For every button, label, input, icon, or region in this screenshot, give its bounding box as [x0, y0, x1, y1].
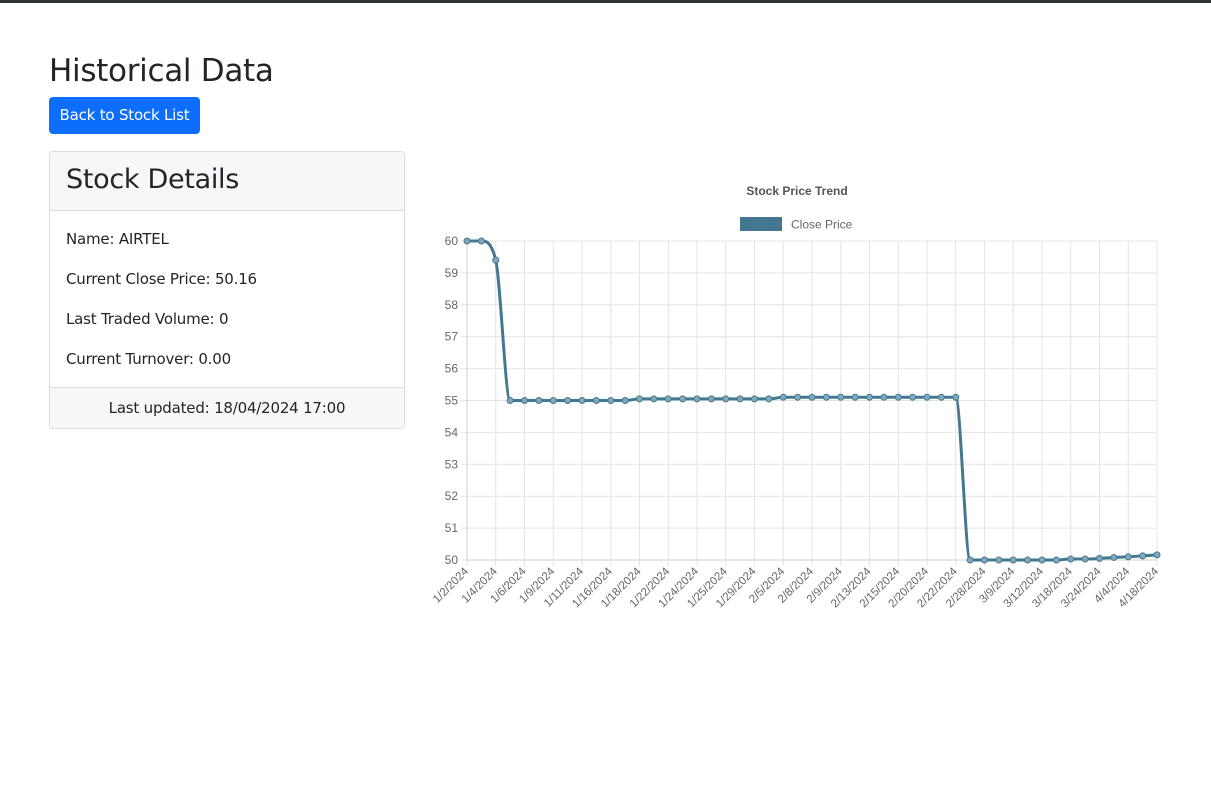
y-tick-label: 50 [445, 553, 459, 567]
close-price-point[interactable] [981, 556, 988, 564]
close-price-point[interactable] [866, 393, 873, 401]
close-price-point[interactable] [851, 393, 859, 401]
y-tick-label: 52 [445, 489, 459, 503]
close-price-point[interactable] [966, 556, 974, 564]
close-price-point[interactable] [1081, 555, 1089, 563]
close-price-point[interactable] [693, 395, 701, 403]
y-tick-label: 60 [445, 234, 459, 248]
y-tick-label: 58 [445, 298, 459, 312]
chart-legend[interactable]: Close Price [740, 217, 853, 232]
back-to-stock-list-button[interactable]: Back to Stock List [49, 97, 200, 134]
y-tick-label: 53 [445, 457, 459, 471]
close-price-point[interactable] [650, 395, 658, 403]
x-axis-ticks: 1/2/20241/4/20241/6/20241/9/20241/11/202… [431, 565, 1162, 610]
close-price-point[interactable] [549, 397, 557, 404]
close-price-point[interactable] [621, 397, 629, 404]
close-price-point[interactable] [722, 395, 730, 403]
close-price-point[interactable] [1153, 551, 1161, 559]
legend-color-box [740, 217, 782, 231]
close-price-point[interactable] [894, 393, 902, 401]
close-price-point[interactable] [952, 393, 960, 401]
close-price-point[interactable] [463, 237, 471, 245]
y-tick-label: 51 [445, 521, 459, 535]
close-price-point[interactable] [937, 393, 945, 401]
y-tick-label: 56 [445, 362, 459, 376]
stock-price-chart: Stock Price Trend Close Price 60 59 58 57 56… [431, 184, 1162, 610]
close-price-point[interactable] [995, 556, 1003, 564]
current-turnover: Current Turnover: 0.00 [66, 350, 231, 368]
stock-name: Name: AIRTEL [66, 230, 169, 248]
close-price-point[interactable] [607, 397, 615, 404]
close-price-point[interactable] [1139, 552, 1147, 560]
close-price-point[interactable] [837, 393, 845, 401]
close-price-point[interactable] [592, 397, 600, 404]
card-header: Stock Details [50, 152, 404, 211]
top-border [0, 0, 1211, 3]
close-price-point[interactable] [492, 256, 500, 264]
close-price-point[interactable] [521, 397, 528, 404]
close-price-point[interactable] [736, 395, 744, 403]
close-price-point[interactable] [1096, 554, 1103, 562]
card-title: Stock Details [66, 164, 240, 195]
close-price-point[interactable] [636, 395, 643, 403]
close-price-point[interactable] [535, 397, 543, 404]
close-price-point[interactable] [779, 393, 787, 401]
close-price-point[interactable] [506, 397, 514, 404]
close-price-point[interactable] [794, 393, 802, 401]
close-price-point[interactable] [880, 393, 888, 401]
close-price-point[interactable] [1009, 556, 1017, 564]
page-title: Historical Data [49, 53, 274, 89]
close-price-point[interactable] [765, 395, 773, 403]
y-tick-label: 59 [445, 266, 459, 280]
close-price-point[interactable] [578, 397, 586, 404]
close-price-point[interactable] [1067, 555, 1075, 563]
close-price-point[interactable] [808, 393, 816, 401]
close-price-point[interactable] [909, 393, 917, 401]
close-price-point[interactable] [1124, 553, 1132, 561]
legend-label: Close Price [791, 218, 853, 232]
y-tick-label: 57 [445, 330, 459, 344]
close-price-point[interactable] [751, 395, 758, 403]
close-price-point[interactable] [822, 393, 830, 401]
y-tick-label: 54 [445, 425, 459, 439]
chart-grid [461, 240, 1158, 566]
close-price-point[interactable] [664, 395, 672, 403]
stock-details-card: Stock Details Name: AIRTEL Current Close… [49, 151, 405, 429]
chart-title: Stock Price Trend [746, 184, 847, 198]
close-price-point[interactable] [1024, 556, 1032, 564]
y-tick-label: 55 [445, 394, 459, 408]
close-price-point[interactable] [923, 393, 931, 401]
current-close-price: Current Close Price: 50.16 [66, 270, 257, 288]
y-axis-ticks: 60 59 58 57 56 55 54 53 52 51 50 [445, 234, 459, 567]
close-price-point[interactable] [1038, 556, 1046, 564]
last-traded-volume: Last Traded Volume: 0 [66, 310, 229, 328]
close-price-point[interactable] [1110, 553, 1118, 561]
close-price-point[interactable] [477, 237, 485, 245]
last-updated: Last updated: 18/04/2024 17:00 [50, 387, 404, 428]
close-price-point[interactable] [564, 397, 572, 404]
close-price-point[interactable] [1052, 556, 1060, 564]
close-price-point[interactable] [707, 395, 715, 403]
close-price-point[interactable] [679, 395, 687, 403]
